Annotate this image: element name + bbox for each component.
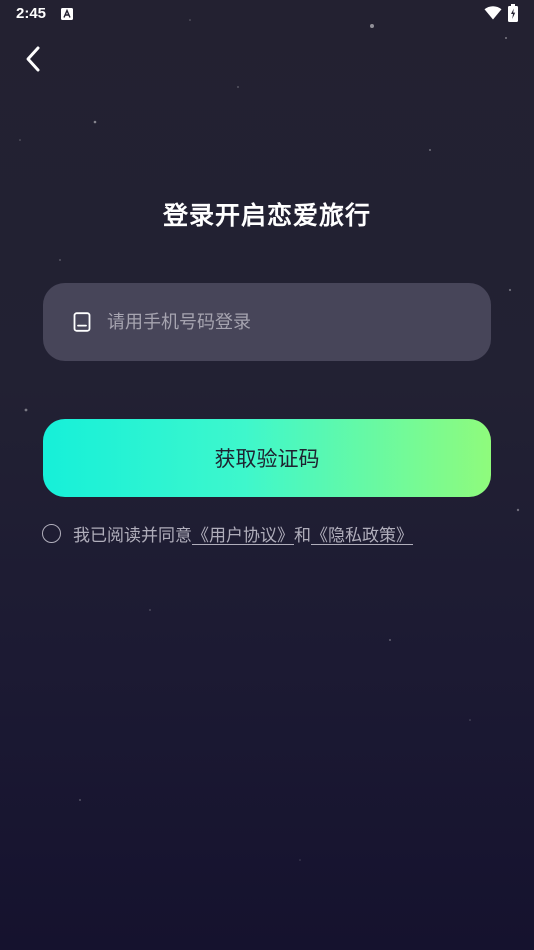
status-time: 2:45 xyxy=(16,5,47,22)
status-bar: 2:45 xyxy=(0,0,534,28)
phone-input[interactable] xyxy=(107,283,477,361)
chevron-left-icon xyxy=(26,46,40,72)
page-title: 登录开启恋爱旅行 xyxy=(162,201,371,230)
phone-icon xyxy=(73,312,91,332)
privacy-policy-link[interactable]: 《隐私政策》 xyxy=(311,521,413,546)
agreement-connector: 和 xyxy=(294,525,311,546)
agree-checkbox[interactable] xyxy=(42,523,61,543)
battery-icon xyxy=(508,4,518,22)
back-button[interactable] xyxy=(18,42,48,76)
wifi-icon xyxy=(484,6,502,20)
agreement-prefix: 我已阅读并同意 xyxy=(73,525,192,546)
user-agreement-link[interactable]: 《用户协议》 xyxy=(192,521,294,546)
notification-icon xyxy=(61,8,73,20)
get-code-button[interactable]: 获取验证码 xyxy=(43,419,491,497)
phone-field[interactable] xyxy=(43,283,491,361)
agreement-row: 我已阅读并同意 《用户协议》 和 《隐私政策》 xyxy=(42,520,413,546)
